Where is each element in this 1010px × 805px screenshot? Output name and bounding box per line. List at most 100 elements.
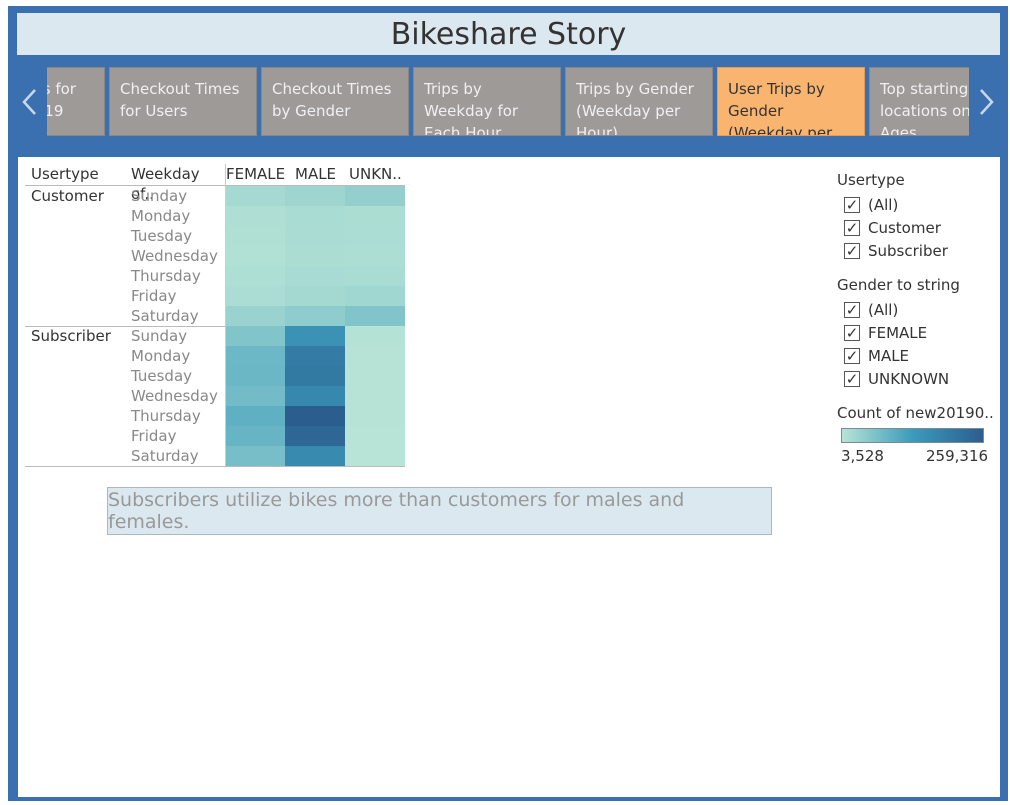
heatmap-cell[interactable] (226, 246, 286, 266)
column-header-male: MALE (295, 165, 337, 183)
weekday-label: Sunday (131, 327, 188, 345)
weekday-label: Sunday (131, 187, 188, 205)
heatmap-cell[interactable] (285, 186, 345, 206)
heatmap-cell[interactable] (345, 386, 405, 406)
weekday-label: Saturday (131, 447, 199, 465)
checkbox[interactable]: ✓ (844, 347, 860, 365)
heatmap-cell[interactable] (226, 286, 286, 306)
weekday-label: Wednesday (131, 387, 218, 405)
heatmap-cell[interactable] (285, 206, 345, 226)
heatmap-cell[interactable] (345, 306, 405, 326)
usertype-option-customer[interactable]: ✓ Customer (844, 219, 941, 237)
heatmap-cell[interactable] (226, 266, 286, 286)
heatmap-cell[interactable] (345, 326, 405, 346)
heatmap-cell[interactable] (226, 386, 286, 406)
heatmap-cell[interactable] (226, 366, 286, 386)
weekday-label: Tuesday (131, 227, 193, 245)
heatmap-cell[interactable] (285, 286, 345, 306)
column-header-female: FEMALE (226, 165, 286, 183)
gender-option-female[interactable]: ✓ FEMALE (844, 324, 927, 342)
heatmap-cell[interactable] (226, 346, 286, 366)
heatmap-cell[interactable] (285, 446, 345, 466)
next-arrow-icon[interactable] (975, 82, 999, 122)
option-label: (All) (868, 301, 899, 319)
heatmap-cell[interactable] (345, 446, 405, 466)
heatmap-cell[interactable] (226, 326, 286, 346)
gender-option-male[interactable]: ✓ MALE (844, 347, 909, 365)
heatmap-cell[interactable] (226, 306, 286, 326)
option-label: FEMALE (868, 324, 928, 342)
story-tab-7[interactable]: Top starting locations on Ages (869, 67, 969, 136)
color-legend-bar (841, 428, 984, 443)
story-tab-5[interactable]: Trips by Gender (Weekday per Hour) (565, 67, 713, 136)
checkbox[interactable]: ✓ (844, 370, 860, 388)
heatmap-cell[interactable] (345, 366, 405, 386)
gender-option-all[interactable]: ✓ (All) (844, 301, 898, 319)
usertype-option-subscriber[interactable]: ✓ Subscriber (844, 242, 948, 260)
story-tab-3[interactable]: Checkout Times by Gender (261, 67, 409, 136)
heatmap-cell[interactable] (226, 406, 286, 426)
story-tab-1[interactable]: Peak hours for August 2019 (47, 67, 105, 136)
column-header-weekday: Weekday of.. (131, 165, 200, 203)
heatmap-cell[interactable] (285, 306, 345, 326)
heatmap-cell[interactable] (345, 346, 405, 366)
heatmap-cell[interactable] (285, 426, 345, 446)
option-label: Customer (868, 219, 941, 237)
weekday-label: Thursday (131, 407, 201, 425)
heatmap-cell[interactable] (345, 206, 405, 226)
heatmap-cell[interactable] (345, 226, 405, 246)
heatmap-cell[interactable] (226, 426, 286, 446)
checkbox[interactable]: ✓ (844, 219, 860, 237)
usertype-option-all[interactable]: ✓ (All) (844, 196, 898, 214)
checkbox[interactable]: ✓ (844, 324, 860, 342)
heatmap-cell[interactable] (226, 186, 286, 206)
column-header-usertype: Usertype (31, 165, 99, 183)
option-label: UNKNOWN (868, 370, 950, 388)
checkbox[interactable]: ✓ (844, 196, 860, 214)
heatmap-cell[interactable] (345, 246, 405, 266)
weekday-label: Monday (131, 347, 191, 365)
heatmap-cell[interactable] (226, 446, 286, 466)
column-divider (225, 164, 226, 466)
story-tab-4[interactable]: Trips by Weekday for Each Hour (413, 67, 561, 136)
heatmap-cell[interactable] (285, 366, 345, 386)
weekday-label: Wednesday (131, 247, 218, 265)
heatmap-cell[interactable] (226, 226, 286, 246)
option-label: MALE (868, 347, 910, 365)
heatmap-cell[interactable] (345, 426, 405, 446)
checkbox[interactable]: ✓ (844, 242, 860, 260)
previous-arrow-icon[interactable] (17, 82, 41, 122)
legend-min-label: 3,528 (841, 447, 884, 465)
story-title: Bikeshare Story (17, 13, 1000, 55)
story-navigator: Peak hours for August 2019Checkout Times… (17, 62, 1000, 144)
usertype-label: Customer (31, 187, 104, 205)
story-tab-6[interactable]: User Trips by Gender (Weekday per Hour) (717, 67, 865, 136)
heatmap-cell[interactable] (285, 246, 345, 266)
heatmap-cell[interactable] (285, 326, 345, 346)
option-label: (All) (868, 196, 899, 214)
column-header-unknown: UNKN.. (349, 165, 402, 183)
gender-option-unknown[interactable]: ✓ UNKNOWN (844, 370, 949, 388)
group-divider (25, 466, 405, 467)
weekday-label: Thursday (131, 267, 201, 285)
heatmap-cell[interactable] (285, 386, 345, 406)
heatmap-cell[interactable] (345, 186, 405, 206)
option-label: Subscriber (868, 242, 948, 260)
gender-filter-title: Gender to string (837, 276, 960, 294)
story-tab-2[interactable]: Checkout Times for Users (109, 67, 257, 136)
heatmap-cell[interactable] (345, 286, 405, 306)
weekday-label: Friday (131, 427, 177, 445)
heatmap-cell[interactable] (285, 266, 345, 286)
heatmap-cell[interactable] (226, 206, 286, 226)
usertype-filter-title: Usertype (837, 171, 905, 189)
heatmap-cell[interactable] (285, 226, 345, 246)
weekday-label: Friday (131, 287, 177, 305)
heatmap-cell[interactable] (285, 406, 345, 426)
usertype-label: Subscriber (31, 327, 111, 345)
legend-title: Count of new20190.. (837, 404, 994, 422)
heatmap-cell[interactable] (285, 346, 345, 366)
legend-max-label: 259,316 (926, 447, 989, 465)
heatmap-cell[interactable] (345, 406, 405, 426)
heatmap-cell[interactable] (345, 266, 405, 286)
checkbox[interactable]: ✓ (844, 301, 860, 319)
